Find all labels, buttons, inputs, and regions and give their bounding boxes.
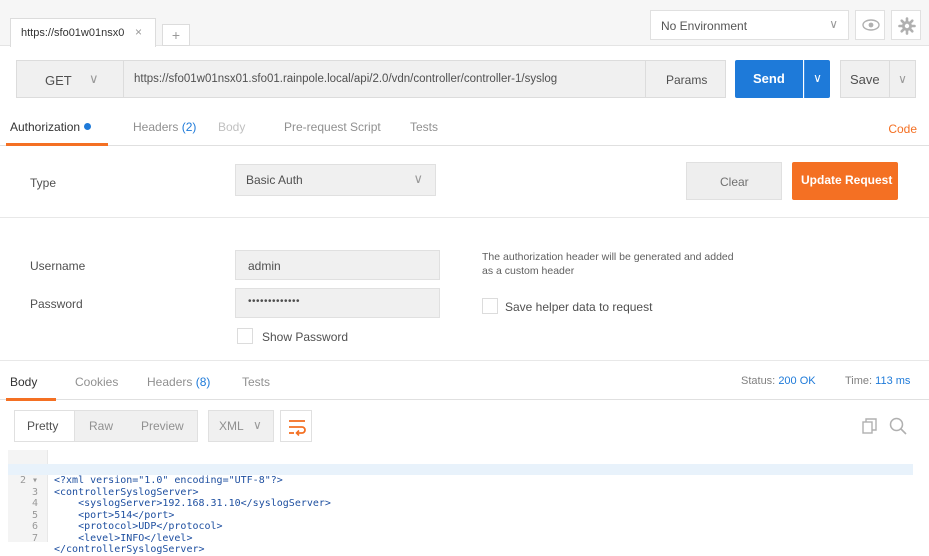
code-line: 5 <protocol>UDP</protocol> <box>8 498 913 533</box>
code-line: 1 <?xml version="1.0" encoding="UTF-8"?> <box>8 452 913 487</box>
close-icon[interactable]: × <box>135 25 142 39</box>
environment-label: No Environment <box>661 19 748 33</box>
status-readout: Status: 200 OK <box>741 375 816 387</box>
code-text: <level>INFO</level> <box>54 532 193 544</box>
save-label: Save <box>850 72 880 87</box>
search-button[interactable] <box>889 417 907 435</box>
tab-response-body[interactable]: Body <box>10 375 37 389</box>
save-options-button[interactable]: ∨ <box>890 60 916 98</box>
save-helper-label: Save helper data to request <box>505 300 653 314</box>
tab-authorization-label: Authorization <box>10 120 81 134</box>
code-line: 7 </controllerSyslogServer> <box>8 521 913 556</box>
time-label: Time: <box>845 375 873 387</box>
active-dot-icon <box>84 123 92 130</box>
clear-label: Clear <box>720 175 749 189</box>
line-number: 7 <box>31 532 38 544</box>
auth-helper-text: The authorization header will be generat… <box>482 251 734 277</box>
add-tab-button[interactable]: + <box>162 24 190 46</box>
chevron-down-icon: ∨ <box>413 171 423 186</box>
response-format-value: XML <box>219 419 244 433</box>
response-format-select[interactable]: XML ∨ <box>208 410 274 442</box>
show-password-label: Show Password <box>262 330 349 344</box>
chevron-down-icon: ∨ <box>829 17 838 31</box>
time-value: 113 ms <box>875 375 911 387</box>
tab-cookies[interactable]: Cookies <box>75 375 118 389</box>
show-password-checkbox[interactable] <box>237 328 253 344</box>
wrap-lines-button[interactable] <box>280 410 312 442</box>
update-request-label: Update Request <box>801 173 893 187</box>
code-line: 2 ▾ <controllerSyslogServer> <box>8 463 913 498</box>
tab-response-tests[interactable]: Tests <box>242 375 270 389</box>
code-line: 3 <syslogServer>192.168.31.10</syslogSer… <box>8 475 913 510</box>
request-tabs: Authorization Headers (2) Body Pre-reque… <box>0 112 929 146</box>
url-input[interactable]: https://sfo01w01nsx01.sfo01.rainpole.loc… <box>124 60 646 98</box>
tab-tests[interactable]: Tests <box>410 120 438 134</box>
pretty-label: Pretty <box>27 419 59 433</box>
clear-button[interactable]: Clear <box>686 162 782 200</box>
response-tabs: Body Cookies Headers (8) Tests Status: 2… <box>0 360 929 401</box>
save-helper-checkbox[interactable] <box>482 298 498 314</box>
eye-icon <box>862 19 880 31</box>
code-line: 4 <port>514</port> <box>8 487 913 521</box>
tab-body[interactable]: Body <box>218 120 245 134</box>
active-tab-underline <box>6 398 56 401</box>
type-label: Type <box>30 176 57 190</box>
environment-area: No Environment ∨ <box>640 0 929 46</box>
manage-environments-button[interactable] <box>891 10 921 40</box>
response-body-code[interactable]: 1 <?xml version="1.0" encoding="UTF-8"?>… <box>8 450 913 556</box>
tab-pre-request-script[interactable]: Pre-request Script <box>284 120 381 134</box>
username-value: admin <box>248 259 281 273</box>
status-label: Status: <box>741 375 776 387</box>
tab-headers[interactable]: Headers (2) <box>133 120 196 134</box>
url-bar: GET ∨ https://sfo01w01nsx01.sfo01.rainpo… <box>0 54 929 104</box>
auth-type-select[interactable]: Basic Auth ∨ <box>235 164 436 196</box>
username-input[interactable]: admin <box>235 250 440 280</box>
tab-bar: https://sfo01w01nsx0 × + <box>0 0 640 47</box>
password-input[interactable]: ••••••••••••• <box>235 288 440 318</box>
chevron-down-icon: ∨ <box>253 418 262 432</box>
send-label: Send <box>753 71 785 86</box>
auth-type-section: Type Basic Auth ∨ Clear Update Request <box>0 146 929 218</box>
environment-quick-look-button[interactable] <box>855 10 885 40</box>
send-options-button[interactable]: ∨ <box>804 60 830 98</box>
status-value: 200 OK <box>778 375 816 387</box>
params-button[interactable]: Params <box>646 60 726 98</box>
preview-button[interactable]: Preview <box>141 419 184 433</box>
code-text: </controllerSyslogServer> <box>54 544 205 555</box>
wrap-lines-icon <box>289 420 306 436</box>
tab-response-headers-label: Headers <box>147 375 193 389</box>
update-request-button[interactable]: Update Request <box>792 162 898 200</box>
headers-count: (2) <box>181 120 197 134</box>
method-label: GET <box>45 73 72 88</box>
gear-icon <box>898 17 916 35</box>
pretty-button[interactable]: Pretty <box>15 411 75 441</box>
code-line: 6 <level>INFO</level> <box>8 510 913 544</box>
time-readout: Time: 113 ms <box>845 375 910 387</box>
tab-authorization[interactable]: Authorization <box>10 120 92 134</box>
save-button[interactable]: Save <box>840 60 890 98</box>
params-label: Params <box>666 73 708 87</box>
request-tab[interactable]: https://sfo01w01nsx0 × <box>10 18 156 47</box>
format-group: Pretty Raw Preview <box>14 410 198 442</box>
response-headers-count: (8) <box>195 375 211 389</box>
code-link[interactable]: Code <box>888 122 917 136</box>
tab-response-headers[interactable]: Headers (8) <box>147 375 210 389</box>
chevron-down-icon: ∨ <box>89 71 99 86</box>
search-icon <box>889 417 907 435</box>
username-label: Username <box>30 259 86 273</box>
method-select[interactable]: GET ∨ <box>16 60 124 98</box>
raw-button[interactable]: Raw <box>89 419 113 433</box>
copy-button[interactable] <box>862 418 878 434</box>
environment-select[interactable]: No Environment ∨ <box>650 10 849 40</box>
password-label: Password <box>30 297 83 311</box>
url-text: https://sfo01w01nsx01.sfo01.rainpole.loc… <box>134 73 558 85</box>
send-button[interactable]: Send <box>735 60 803 98</box>
auth-type-value: Basic Auth <box>246 173 303 187</box>
password-value: ••••••••••••• <box>248 296 301 307</box>
copy-icon <box>862 418 877 434</box>
tab-headers-label: Headers <box>133 120 179 134</box>
request-tab-title: https://sfo01w01nsx0 <box>21 27 125 39</box>
